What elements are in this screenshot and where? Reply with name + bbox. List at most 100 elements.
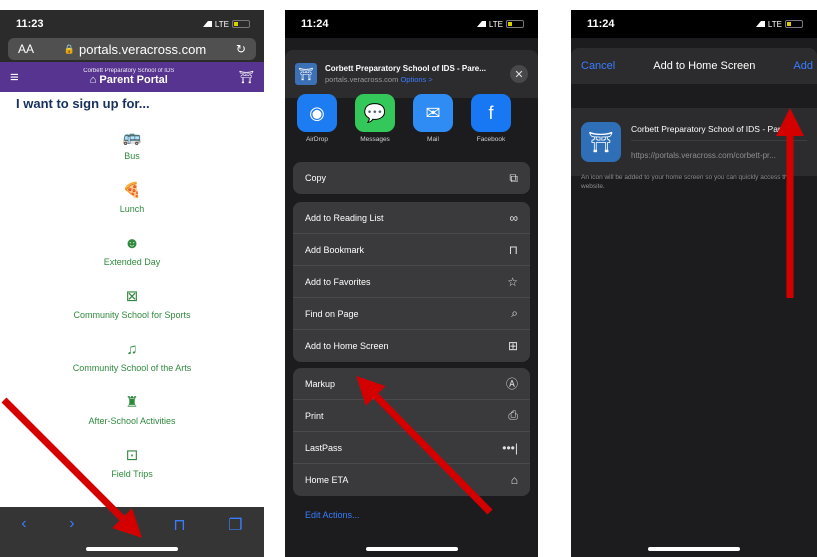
share-app[interactable]: ◉ AirDrop (293, 94, 341, 154)
markup-icon: Ⓐ (505, 377, 518, 391)
app-icon-preview: ⛩ (581, 122, 621, 162)
home-screen-preview: ⛩ Corbett Preparatory School of IDS - Pa… (571, 108, 817, 176)
site-thumbnail-icon: ⛩ (295, 63, 317, 85)
print-icon: ⎙ (508, 408, 518, 422)
airdrop-icon: ◉ (297, 94, 337, 132)
action-label: Add to Home Screen (305, 341, 389, 351)
action-row[interactable]: Add to Home Screen ⊞ (293, 330, 530, 362)
site-domain: portals.veracross.com (325, 75, 399, 84)
action-label: Home ETA (305, 475, 349, 485)
status-bar: 11:24 LTE (285, 10, 538, 38)
action-row[interactable]: Add Bookmark ⊓ (293, 234, 530, 266)
bookmarks-button[interactable]: ⊓ (173, 515, 185, 535)
mail-icon: ✉ (413, 94, 453, 132)
phone-screen-safari: 11:23 LTE AA 🔒 portals.veracross.com ↻ ≡… (0, 10, 264, 557)
action-group-extensions: Markup Ⓐ Print ⎙ LastPass •••| Home ETA ⌂ (293, 368, 530, 496)
menu-item-label: Lunch (119, 204, 145, 214)
safari-toolbar: ‹ › ⇪ ⊓ ❐ (0, 507, 264, 557)
phone-screen-share-sheet: 11:24 LTE ⛩ Corbett Preparatory School o… (285, 10, 538, 557)
edit-actions-link[interactable]: Edit Actions... (305, 510, 360, 520)
share-app-label: Mail (427, 136, 439, 143)
portal-header: ≡ Corbett Preparatory School of IDS ⌂ Pa… (0, 62, 264, 92)
portal-title: Parent Portal (99, 74, 168, 86)
action-row[interactable]: Print ⎙ (293, 400, 530, 432)
action-label: Markup (305, 378, 336, 389)
add-button[interactable]: Add (793, 60, 813, 72)
school-name: Corbett Preparatory School of IDS (83, 68, 175, 74)
action-group-safari: Add to Reading List ∞ Add Bookmark ⊓ Add to … (293, 202, 530, 362)
menu-item[interactable]: ⊠ Community School for Sports (0, 278, 264, 331)
hamburger-menu-icon[interactable]: ≡ (10, 69, 19, 86)
nav-title: Add to Home Screen (653, 60, 756, 72)
action-label: Print (305, 410, 324, 421)
menu-item-label: Bus (124, 151, 140, 161)
chess-rook-icon: ♜ (125, 394, 139, 411)
home-indicator (86, 547, 178, 551)
share-app[interactable]: ✉ Mail (409, 94, 457, 154)
menu-item-label: After-School Activities (88, 416, 176, 426)
menu-item-label: Field Trips (111, 469, 153, 479)
action-row[interactable]: LastPass •••| (293, 432, 530, 464)
battery-icon (506, 20, 524, 28)
tabs-button[interactable]: ❐ (228, 515, 242, 535)
cancel-button[interactable]: Cancel (581, 60, 615, 72)
action-label: Find on Page (305, 308, 359, 319)
site-title: Corbett Preparatory School of IDS - Pare… (325, 64, 486, 73)
glasses-icon: ∞ (509, 210, 518, 225)
network-label: LTE (214, 19, 229, 29)
share-button[interactable]: ⇪ (117, 515, 130, 535)
action-label: Copy (305, 173, 327, 183)
menu-item[interactable]: 🚌 Bus (0, 119, 264, 172)
menu-item[interactable]: ⊡ Field Trips (0, 437, 264, 490)
action-row[interactable]: Home ETA ⌂ (293, 464, 530, 496)
lock-icon: 🔒 (63, 43, 75, 54)
home-icon: ⌂ (89, 74, 97, 86)
status-bar: 11:23 LTE (0, 10, 264, 38)
search-icon: ⌕ (511, 306, 518, 320)
home-icon: ⌂ (510, 473, 518, 487)
action-label: Add to Favorites (305, 276, 371, 287)
action-row[interactable]: Copy ⧉ (293, 162, 530, 194)
action-row[interactable]: Markup Ⓐ (293, 368, 530, 400)
star-icon: ☆ (507, 274, 518, 289)
share-sheet-header: ⛩ Corbett Preparatory School of IDS - Pa… (285, 50, 538, 98)
share-app-label: AirDrop (305, 136, 329, 143)
plus-square-icon: ⊞ (507, 339, 518, 353)
address-bar[interactable]: AA 🔒 portals.veracross.com ↻ (8, 38, 256, 60)
action-label: LastPass (305, 442, 343, 453)
share-app[interactable]: f Facebook (467, 94, 515, 154)
signup-menu: 🚌 Bus 🍕 Lunch ☻ Extended Day ⊠ Community School… (0, 111, 264, 490)
music-note-icon: ♫ (126, 341, 138, 358)
home-indicator (648, 547, 740, 551)
basketball-hoop-icon: ⊠ (125, 288, 139, 305)
text-size-button[interactable]: AA (18, 42, 34, 56)
menu-item-label: Community School of the Arts (72, 363, 192, 373)
options-link[interactable]: Options > (400, 75, 432, 84)
action-row[interactable]: Add to Reading List ∞ (293, 202, 530, 234)
menu-item[interactable]: ♜ After-School Activities (0, 384, 264, 437)
back-button[interactable]: ‹ (21, 515, 26, 533)
info-note: An icon will be added to your home scree… (581, 174, 793, 190)
share-app[interactable]: 💬 Messages (351, 94, 399, 154)
menu-item[interactable]: ☻ Extended Day (0, 225, 264, 278)
school-logo-icon: ⛩ (238, 70, 254, 84)
forward-button[interactable]: › (69, 515, 74, 533)
menu-item[interactable]: ♫ Community School of the Arts (0, 331, 264, 384)
map-icon: ⊡ (125, 447, 139, 464)
home-indicator (365, 547, 458, 551)
share-app-label: Facebook (476, 136, 506, 143)
action-row[interactable]: Find on Page ⌕ (293, 298, 530, 330)
pizza-icon: 🍕 (122, 182, 142, 199)
book-icon: ⊓ (508, 242, 518, 257)
reload-icon[interactable]: ↻ (236, 42, 246, 56)
network-label: LTE (488, 19, 503, 29)
battery-icon (232, 20, 250, 28)
menu-item[interactable]: 🍕 Lunch (0, 172, 264, 225)
add-home-navbar: Cancel Add to Home Screen Add (571, 48, 817, 84)
action-label: Add to Reading List (305, 212, 384, 223)
battery-icon (785, 20, 803, 28)
app-name-field[interactable]: Corbett Preparatory School of IDS - Pare… (631, 124, 807, 141)
close-button[interactable]: ✕ (510, 65, 528, 83)
action-row[interactable]: Add to Favorites ☆ (293, 266, 530, 298)
status-bar: 11:24 LTE (571, 10, 817, 38)
